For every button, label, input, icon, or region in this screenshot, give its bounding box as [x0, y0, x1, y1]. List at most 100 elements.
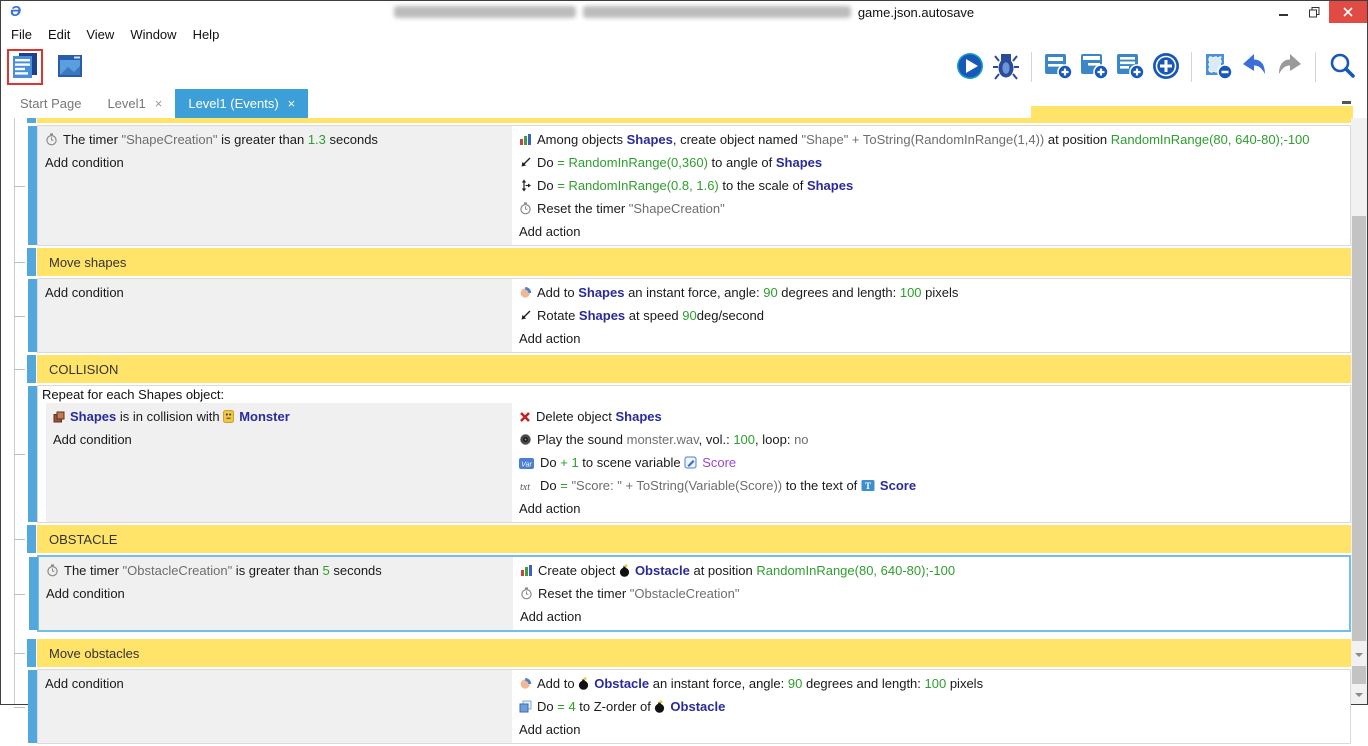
toolbar-separator — [1315, 52, 1316, 82]
monster-object-icon — [223, 408, 234, 429]
condition-line[interactable]: The timer "ShapeCreation" is greater tha… — [38, 129, 512, 152]
conditions-cell[interactable]: The timer "ObstacleCreation" is greater … — [39, 557, 513, 630]
condition-line[interactable]: Shapes is in collision with Monster — [46, 406, 512, 429]
events-editor-button[interactable] — [7, 49, 43, 85]
comment-label: Move shapes — [49, 255, 126, 270]
actions-cell[interactable]: Create object Obstacle at position Rando… — [513, 557, 1349, 630]
action-line[interactable]: Do = 4 to Z-order of Obstacle — [512, 696, 1350, 719]
scale-icon — [519, 177, 532, 198]
text-segment: RandomInRange(80, 640-80);-100 — [1111, 132, 1310, 147]
text-segment: seconds — [326, 132, 378, 147]
scroll-down-button[interactable] — [1351, 687, 1367, 702]
add-condition[interactable]: Add condition — [39, 583, 513, 604]
action-line[interactable]: Do = RandomInRange(0,360) to angle of Sh… — [512, 152, 1350, 175]
menu-file[interactable]: File — [11, 27, 32, 42]
search-button[interactable] — [1326, 51, 1357, 83]
menu-edit[interactable]: Edit — [48, 27, 70, 42]
add-subevent-button[interactable] — [1078, 51, 1109, 83]
action-line[interactable]: Play the sound monster.wav, vol.: 100, l… — [512, 429, 1350, 452]
partial-comment-row[interactable] — [37, 118, 1351, 123]
gutter-tick — [14, 186, 25, 187]
add-subevent-icon — [1079, 51, 1109, 84]
action-line[interactable]: Do = RandomInRange(0.8, 1.6) to the scal… — [512, 175, 1350, 198]
text-segment: 1.3 — [308, 132, 326, 147]
comment-row[interactable]: COLLISION — [37, 355, 1351, 383]
actions-cell[interactable]: Among objects Shapes, create object name… — [512, 126, 1350, 245]
action-line[interactable]: Delete object Shapes — [512, 406, 1350, 429]
event-row[interactable]: The timer "ShapeCreation" is greater tha… — [37, 125, 1351, 246]
scrollbar-thumb[interactable] — [1352, 216, 1366, 641]
event-row[interactable]: Add conditionAdd to Obstacle an instant … — [37, 669, 1351, 744]
comment-row[interactable]: Move shapes — [37, 248, 1351, 276]
scene-window-icon — [55, 51, 85, 84]
close-button[interactable] — [1329, 1, 1367, 23]
delete-event-button[interactable] — [1202, 51, 1233, 83]
add-action[interactable]: Add action — [513, 606, 1349, 627]
window-controls — [1269, 1, 1367, 23]
action-line[interactable]: Rotate Shapes at speed 90deg/second — [512, 305, 1350, 328]
add-action[interactable]: Add action — [512, 719, 1350, 740]
text-segment: to Z-order of — [576, 699, 655, 714]
tab-start-page[interactable]: Start Page — [7, 89, 94, 118]
event-row[interactable]: The timer "ObstacleCreation" is greater … — [37, 555, 1351, 632]
scene-editor-button[interactable] — [52, 49, 88, 85]
add-condition[interactable]: Add condition — [38, 282, 512, 303]
add-action[interactable]: Add action — [512, 221, 1350, 242]
comment-row[interactable]: Move obstacles — [37, 639, 1351, 667]
conditions-cell[interactable]: The timer "ShapeCreation" is greater tha… — [38, 126, 512, 245]
redo-button[interactable] — [1274, 51, 1305, 83]
comment-row[interactable]: OBSTACLE — [37, 525, 1351, 553]
add-comment-button[interactable] — [1114, 51, 1145, 83]
add-event-button[interactable] — [1042, 51, 1073, 83]
conditions-cell[interactable]: Add condition — [38, 279, 512, 352]
vertical-scrollbar[interactable] — [1351, 118, 1367, 704]
action-line[interactable]: VarDo + 1 to scene variable Score — [512, 452, 1350, 475]
tab-close-icon[interactable]: × — [288, 96, 296, 111]
conditions-cell[interactable]: Add condition — [38, 670, 512, 743]
add-condition[interactable]: Add condition — [38, 152, 512, 173]
event-row[interactable]: Add conditionAdd to Shapes an instant fo… — [37, 278, 1351, 353]
add-condition[interactable]: Add condition — [46, 429, 512, 450]
restore-button[interactable] — [1299, 1, 1329, 23]
scroll-down-button[interactable] — [1351, 647, 1367, 662]
text-segment: Create object — [538, 563, 619, 578]
text-segment: , vol.: — [699, 432, 734, 447]
add-action[interactable]: Add action — [512, 328, 1350, 349]
minimize-button[interactable] — [1269, 1, 1299, 23]
undo-button[interactable] — [1238, 51, 1269, 83]
conditions-cell[interactable]: Shapes is in collision with MonsterAdd c… — [46, 403, 512, 522]
action-line[interactable]: Add to Obstacle an instant force, angle:… — [512, 673, 1350, 696]
repeat-header[interactable]: Repeat for each Shapes object: — [38, 386, 1350, 403]
minimize-icon — [1279, 7, 1289, 17]
add-action[interactable]: Add action — [512, 498, 1350, 519]
scrollbar-block[interactable] — [1352, 666, 1366, 684]
actions-cell[interactable]: Add to Shapes an instant force, angle: 9… — [512, 279, 1350, 352]
add-other-button[interactable] — [1150, 51, 1181, 83]
action-line[interactable]: Add to Shapes an instant force, angle: 9… — [512, 282, 1350, 305]
debug-button[interactable] — [990, 51, 1021, 83]
timer-icon — [519, 200, 532, 221]
tab-level1-events-[interactable]: Level1 (Events)× — [175, 89, 308, 118]
play-button[interactable] — [954, 51, 985, 83]
text-segment: "ObstacleCreation" — [630, 586, 740, 601]
angle-icon — [519, 154, 532, 175]
tab-level1[interactable]: Level1× — [94, 89, 175, 118]
event-row[interactable]: Repeat for each Shapes object:Shapes is … — [37, 385, 1351, 523]
menu-window[interactable]: Window — [130, 27, 176, 42]
tab-close-icon[interactable]: × — [155, 96, 163, 111]
condition-line[interactable]: The timer "ObstacleCreation" is greater … — [39, 560, 513, 583]
action-line[interactable]: txtDo = "Score: " + ToString(Variable(Sc… — [512, 475, 1350, 498]
timer-icon — [520, 585, 533, 606]
menu-view[interactable]: View — [86, 27, 114, 42]
action-line[interactable]: Create object Obstacle at position Rando… — [513, 560, 1349, 583]
text-segment: 5 — [323, 563, 330, 578]
action-line[interactable]: Among objects Shapes, create object name… — [512, 129, 1350, 152]
text-segment: Shapes — [627, 132, 673, 147]
add-condition[interactable]: Add condition — [38, 673, 512, 694]
actions-cell[interactable]: Add to Obstacle an instant force, angle:… — [512, 670, 1350, 743]
action-line[interactable]: Reset the timer "ObstacleCreation" — [513, 583, 1349, 606]
actions-cell[interactable]: Delete object ShapesPlay the sound monst… — [512, 403, 1350, 522]
action-line[interactable]: Reset the timer "ShapeCreation" — [512, 198, 1350, 221]
text-segment: monster.wav — [627, 432, 699, 447]
menu-help[interactable]: Help — [193, 27, 220, 42]
